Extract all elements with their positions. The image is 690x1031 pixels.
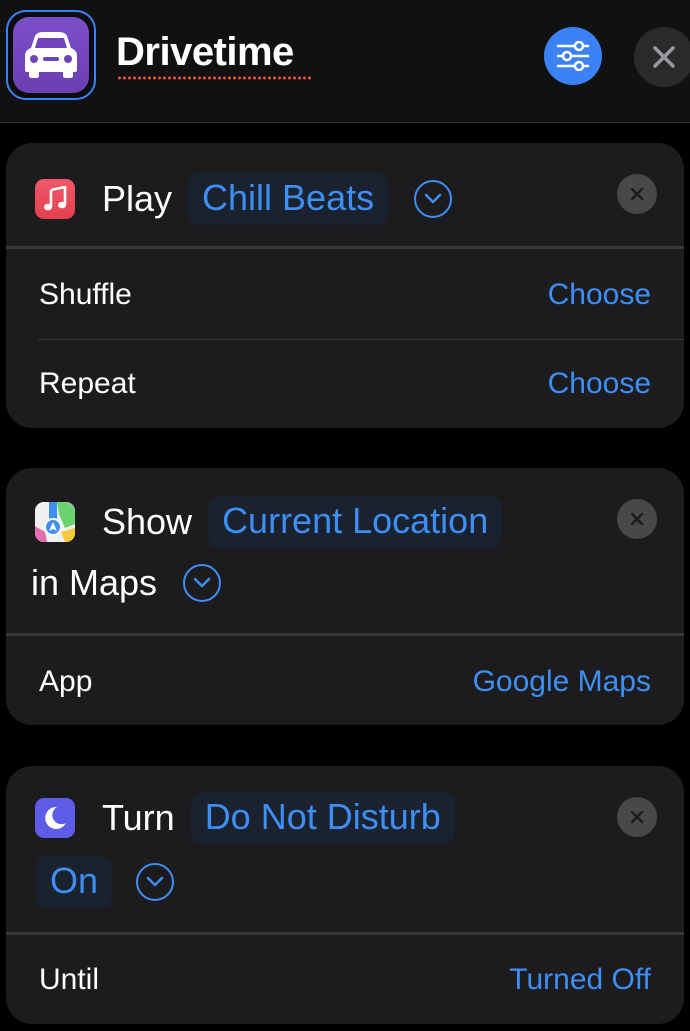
chevron-down-icon bbox=[424, 193, 442, 204]
action-verb: Show bbox=[102, 501, 193, 542]
state-parameter[interactable]: On bbox=[36, 856, 113, 908]
option-label: Repeat bbox=[39, 367, 136, 400]
chevron-down-icon bbox=[193, 577, 211, 588]
close-icon bbox=[630, 187, 644, 201]
moon-icon bbox=[35, 798, 75, 838]
focus-parameter[interactable]: Do Not Disturb bbox=[190, 792, 455, 844]
action-verb: Turn bbox=[102, 797, 175, 838]
remove-action-button[interactable] bbox=[617, 797, 657, 837]
spellcheck-underline bbox=[117, 76, 311, 80]
expand-button[interactable] bbox=[183, 564, 222, 602]
close-icon bbox=[653, 46, 675, 68]
header: Drivetime bbox=[0, 0, 690, 123]
car-icon bbox=[13, 17, 89, 93]
option-row-until[interactable]: Until Turned Off bbox=[6, 936, 684, 1024]
expand-button[interactable] bbox=[414, 180, 453, 218]
action-suffix: in Maps bbox=[31, 562, 158, 603]
option-value[interactable]: Choose bbox=[548, 367, 651, 401]
option-row-repeat[interactable]: Repeat Choose bbox=[6, 340, 684, 428]
shortcut-icon-button[interactable] bbox=[6, 10, 96, 100]
location-parameter[interactable]: Current Location bbox=[208, 496, 503, 548]
chevron-down-icon bbox=[146, 876, 164, 887]
action-card-play-music: Play Chill Beats Shuffle Choose Repeat C… bbox=[6, 143, 684, 428]
close-button[interactable] bbox=[634, 27, 690, 87]
divider bbox=[6, 246, 684, 249]
remove-action-button[interactable] bbox=[617, 174, 657, 214]
divider bbox=[6, 633, 684, 636]
sliders-icon bbox=[556, 41, 590, 71]
expand-button[interactable] bbox=[136, 863, 175, 901]
option-row-shuffle[interactable]: Shuffle Choose bbox=[6, 251, 684, 339]
option-value[interactable]: Turned Off bbox=[509, 963, 651, 997]
divider bbox=[6, 932, 684, 935]
playlist-parameter[interactable]: Chill Beats bbox=[188, 173, 389, 225]
action-verb: Play bbox=[102, 178, 173, 219]
option-label: Until bbox=[39, 963, 100, 996]
option-value[interactable]: Google Maps bbox=[473, 665, 651, 699]
settings-button[interactable] bbox=[544, 27, 602, 85]
option-label: Shuffle bbox=[39, 278, 132, 311]
music-note-icon bbox=[35, 179, 75, 219]
option-value[interactable]: Choose bbox=[548, 278, 651, 312]
remove-action-button[interactable] bbox=[617, 499, 657, 539]
maps-icon bbox=[35, 502, 75, 542]
action-card-do-not-disturb: Turn Do Not Disturb On Until Turned Off bbox=[6, 766, 684, 1024]
close-icon bbox=[630, 512, 644, 526]
action-card-show-in-maps: Show Current Location in Maps App Google… bbox=[6, 468, 684, 725]
close-icon bbox=[630, 810, 644, 824]
shortcut-title[interactable]: Drivetime bbox=[116, 30, 294, 75]
option-label: App bbox=[39, 665, 93, 698]
option-row-app[interactable]: App Google Maps bbox=[6, 638, 684, 725]
